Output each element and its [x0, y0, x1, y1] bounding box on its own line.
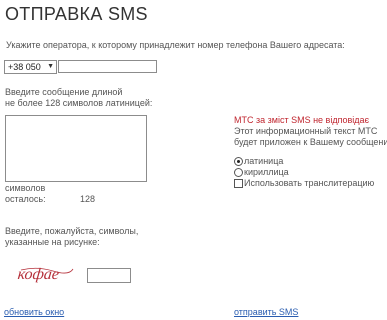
radio-cyrillic-label: кириллица	[244, 167, 289, 177]
send-sms-link[interactable]: отправить SMS	[234, 307, 298, 317]
counter-label-line1: символов	[5, 183, 46, 193]
message-textarea[interactable]	[5, 115, 147, 182]
captcha-label-line2: указанные на рисунке:	[5, 237, 100, 247]
page-title: ОТПРАВКА SMS	[5, 4, 148, 24]
captcha-image: кофае	[17, 266, 74, 283]
captcha-input[interactable]	[87, 268, 131, 283]
radio-latin[interactable]	[234, 157, 243, 166]
captcha-label-line1: Введите, пожалуйста, символы,	[5, 226, 139, 236]
message-label-line2: не более 128 символов латиницей:	[5, 98, 153, 108]
phone-number-input[interactable]	[58, 60, 157, 73]
notice-line1: Этот информационный текст МТС	[234, 126, 378, 136]
notice-line2: будет приложен к Вашему сообщению	[234, 137, 387, 147]
operator-select[interactable]: +38 050 ▼	[4, 60, 57, 74]
dropdown-arrow-icon: ▼	[47, 63, 54, 70]
radio-cyrillic[interactable]	[234, 168, 243, 177]
operator-select-value: +38 050	[8, 62, 41, 72]
characters-remaining-count: 128	[80, 194, 96, 204]
radio-latin-label: латиница	[244, 156, 284, 166]
counter-label-line2: осталось:	[5, 194, 46, 204]
refresh-window-link[interactable]: обновить окно	[4, 307, 64, 317]
message-label-line1: Введите сообщение длиной	[5, 87, 123, 97]
translit-checkbox[interactable]	[234, 179, 243, 188]
operator-hint: Укажите оператора, к которому принадлежи…	[6, 40, 345, 50]
notice-title: МТС за зміст SMS не відповідає	[234, 115, 370, 125]
translit-checkbox-label: Использовать транслитерацию	[244, 178, 375, 188]
